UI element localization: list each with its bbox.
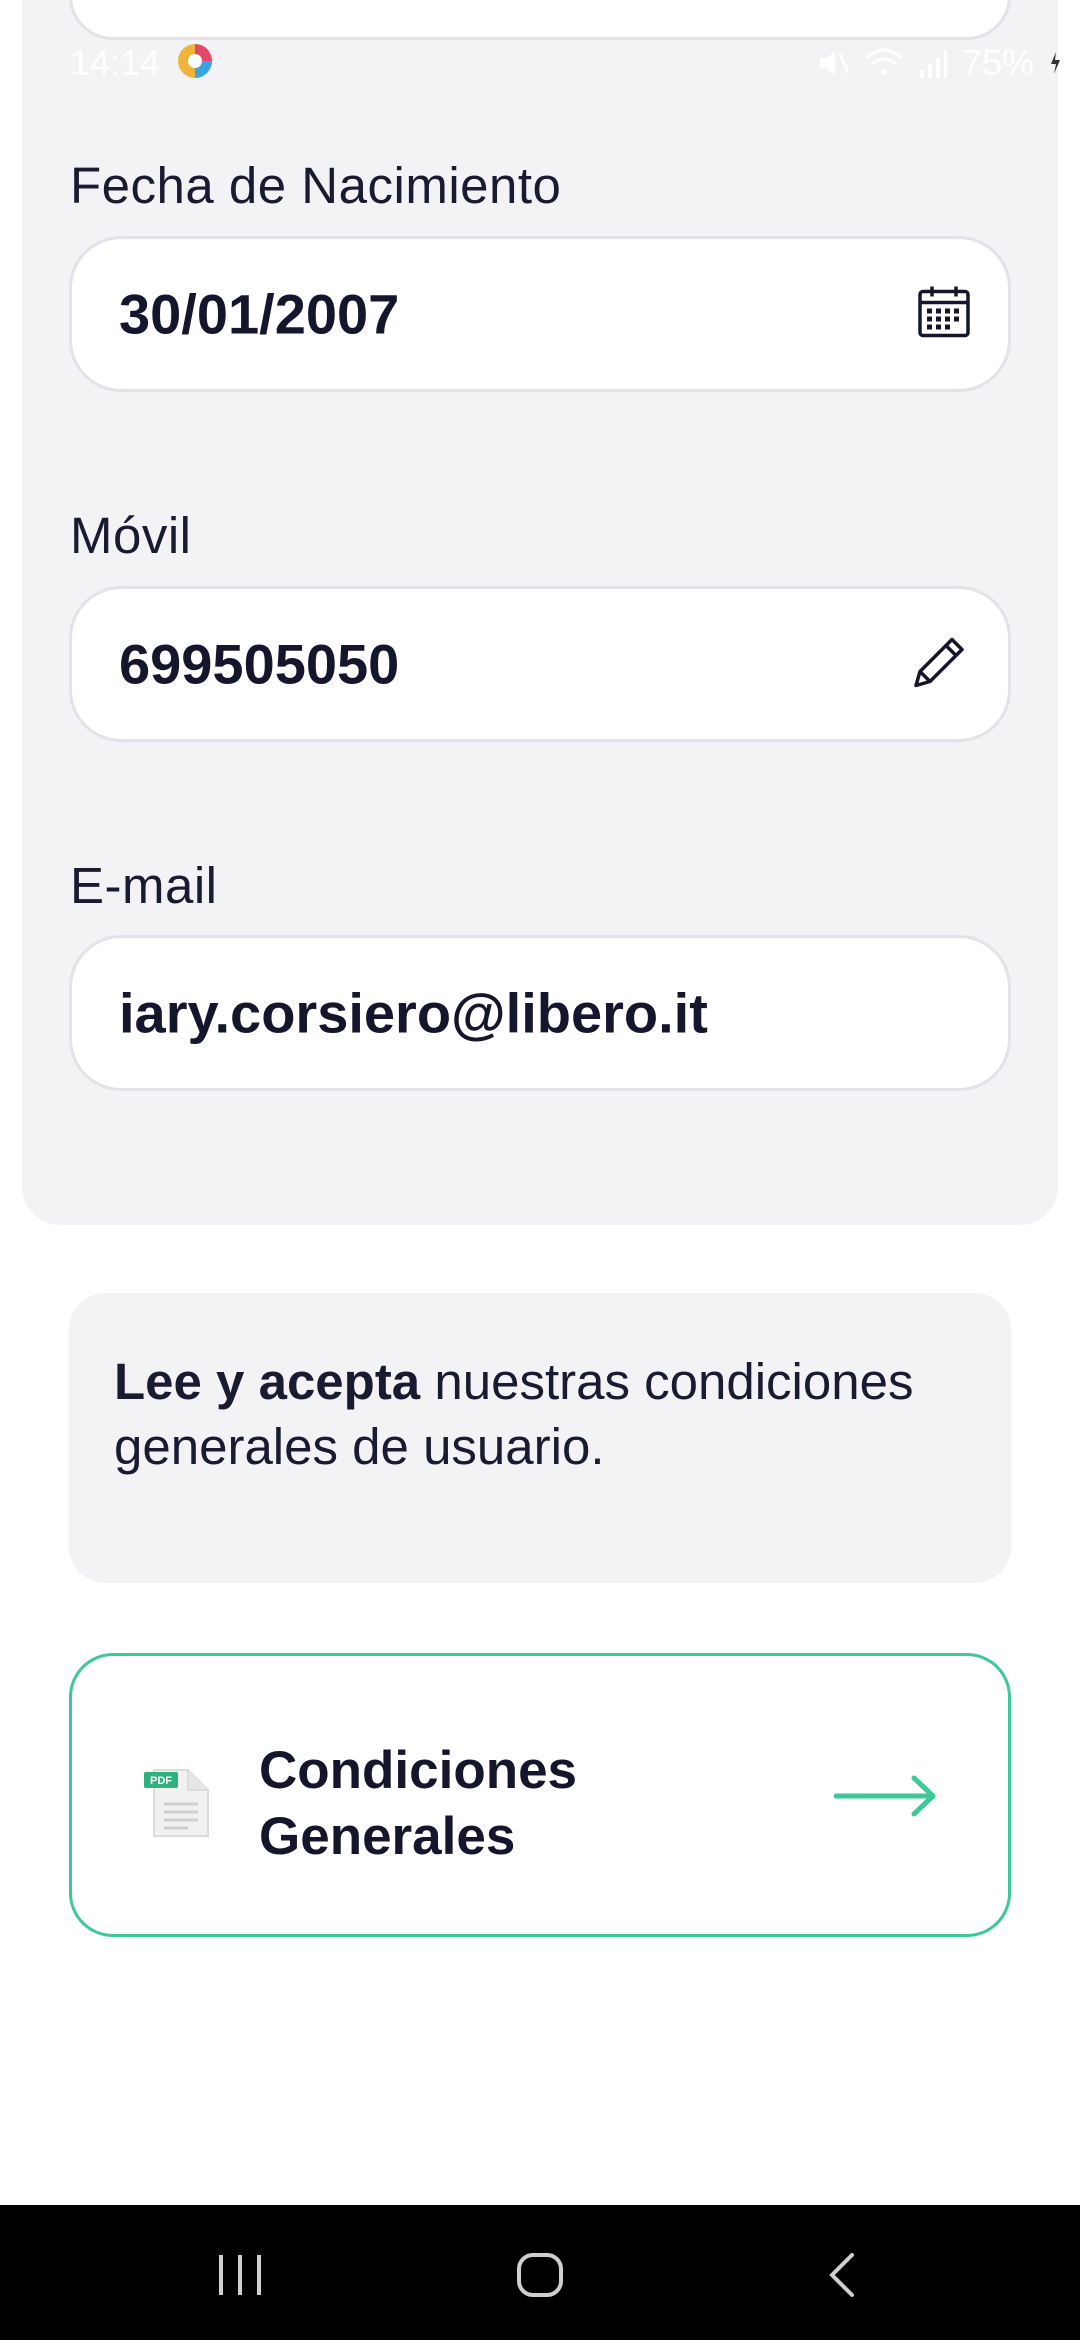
status-bar: 14:14 75%: [0, 34, 1080, 90]
mobile-field[interactable]: 699505050: [69, 586, 1011, 742]
pdf-document-icon: PDF: [144, 1766, 216, 1843]
pencil-icon[interactable]: [908, 630, 972, 699]
terms-notice: Lee y acepta nuestras condiciones genera…: [69, 1293, 1011, 1583]
email-label: E-mail: [70, 857, 218, 914]
email-value: iary.corsiero@libero.it: [119, 981, 708, 1045]
app-notification-icon: [176, 42, 214, 80]
birthdate-value: 30/01/2007: [119, 282, 400, 346]
birthdate-field[interactable]: 30/01/2007: [69, 236, 1011, 392]
battery-icon: [1048, 48, 1062, 78]
signal-icon: [918, 46, 948, 80]
mute-icon: [816, 46, 850, 80]
status-icons: 75%: [816, 42, 1062, 84]
terms-bold-text: Lee y acepta: [114, 1353, 421, 1410]
calendar-icon[interactable]: [916, 284, 972, 345]
general-conditions-button[interactable]: PDF Condiciones Generales: [69, 1653, 1011, 1937]
general-conditions-label: Condiciones Generales: [259, 1741, 578, 1866]
back-icon[interactable]: [822, 2251, 862, 2304]
recent-apps-icon[interactable]: [215, 2251, 265, 2304]
pdf-badge-text: PDF: [150, 1775, 172, 1787]
home-icon[interactable]: [515, 2251, 565, 2304]
battery-text: 75%: [961, 42, 1034, 83]
email-field[interactable]: iary.corsiero@libero.it: [69, 935, 1011, 1091]
wifi-icon: [864, 46, 904, 80]
status-time: 14:14: [70, 42, 161, 83]
arrow-right-icon: [833, 1774, 938, 1823]
mobile-value: 699505050: [119, 632, 400, 696]
mobile-label: Móvil: [70, 507, 192, 564]
birthdate-label: Fecha de Nacimiento: [70, 157, 562, 214]
system-navigation-bar: [0, 2205, 1080, 2340]
